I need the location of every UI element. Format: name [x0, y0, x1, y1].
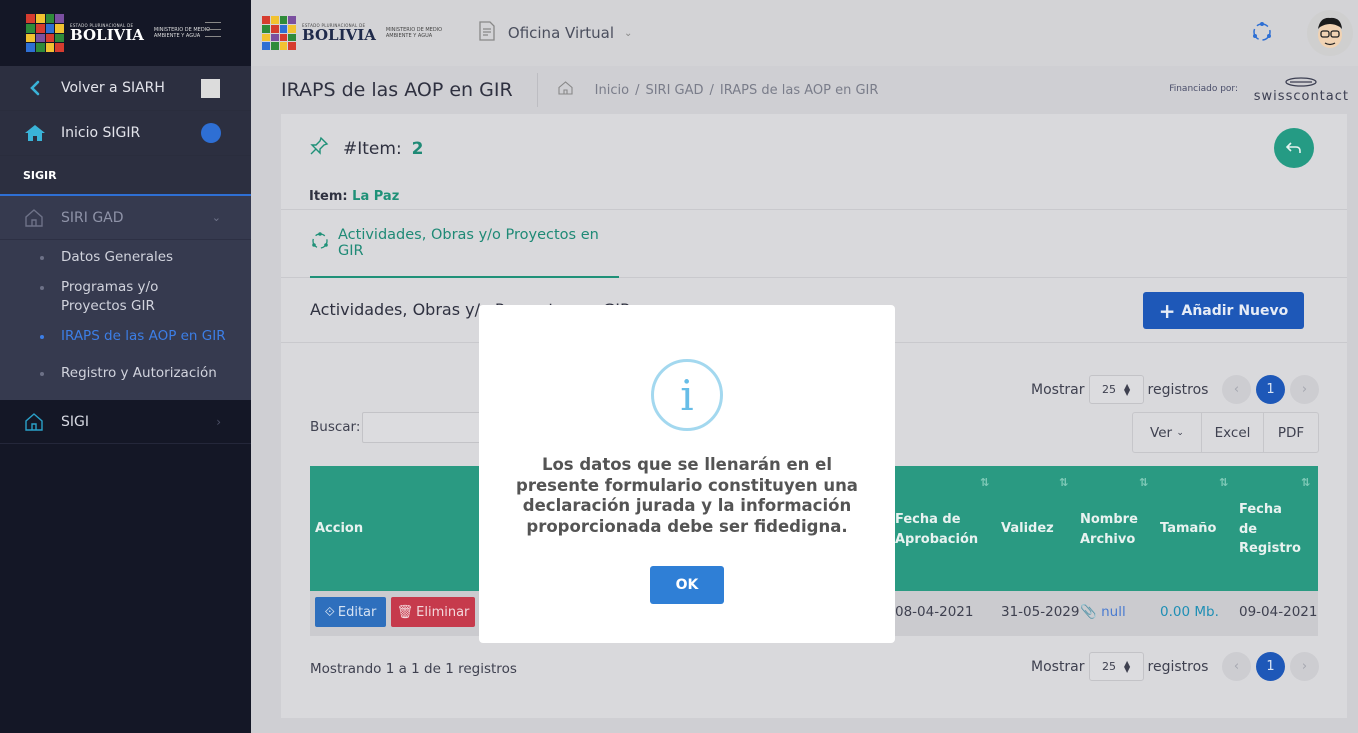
info-modal: i Los datos que se llenarán en el presen… — [479, 305, 895, 643]
ok-button[interactable]: OK — [650, 566, 724, 604]
modal-overlay: i Los datos que se llenarán en el presen… — [0, 0, 1358, 733]
modal-message: Los datos que se llenarán en el presente… — [516, 455, 858, 536]
info-icon: i — [651, 359, 723, 431]
